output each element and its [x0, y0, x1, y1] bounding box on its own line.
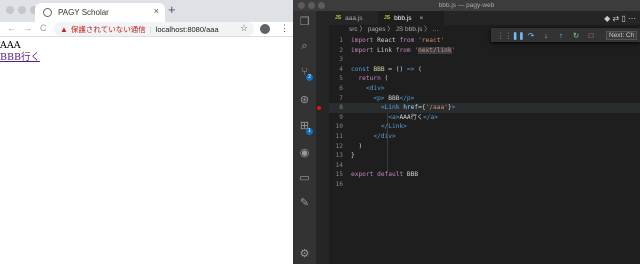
bookmark-star-icon[interactable]: ☆: [240, 23, 248, 34]
reload-button[interactable]: C: [40, 23, 47, 33]
code-line: 4 const BBB = () => (: [339, 65, 422, 73]
vscode-title-bar: bbb.js — pagy-web: [293, 0, 640, 11]
docker-icon[interactable]: ◉: [299, 148, 310, 159]
code-line: 2 import Link from 'next/link': [339, 46, 456, 54]
code-line: 15 export default BBB: [335, 171, 419, 179]
insecure-label[interactable]: 保護されていない通信: [71, 24, 146, 35]
tab-close-icon[interactable]: ×: [154, 6, 159, 16]
browser-tab-title: PAGY Scholar: [58, 8, 109, 17]
tab-aaa-js[interactable]: JS aaa.js: [329, 11, 378, 25]
code-editor[interactable]: 1 import React from 'react' 2 import Link …: [317, 36, 640, 264]
editor-actions[interactable]: ◆ ⇄ ▯ ⋯: [604, 14, 636, 23]
browser-window: PAGY Scholar × + ← → C ▲ 保護されていない通信 | lo…: [0, 0, 293, 264]
browser-tab-bar: PAGY Scholar × +: [0, 0, 293, 22]
vs-minimize-button[interactable]: [308, 2, 315, 9]
code-line: 6 <div>: [339, 84, 385, 92]
bbb-link[interactable]: BBB行く: [0, 52, 40, 63]
code-line: 11 </div>: [335, 132, 396, 140]
editor-tabs: JS aaa.js JS bbb.js ×: [329, 11, 640, 25]
code-line: 10 </Link>: [335, 123, 407, 131]
back-button[interactable]: ←: [7, 23, 16, 33]
explorer-icon[interactable]: ❐: [299, 17, 310, 28]
code-line: 9 <a>AAA行く</a>: [339, 113, 438, 121]
tab-label: bbb.js: [394, 14, 412, 22]
code-line: 12 ): [335, 142, 363, 150]
activity-bar: ❐ ⌕ ⑂ 2 ⊛ ⊞ 1 ◉ ▭ ✎ ⚙: [293, 11, 316, 264]
tab-label: aaa.js: [345, 14, 363, 22]
page-content: AAA BBB行く: [0, 37, 293, 64]
address-bar[interactable]: ▲ 保護されていない通信 | localhost:8080/aaa: [54, 22, 254, 36]
code-line: 7 <p> BBB</p>: [339, 94, 415, 102]
window-minimize-button[interactable]: [18, 6, 26, 14]
globe-icon: [43, 8, 52, 17]
tab-bbb-js[interactable]: JS bbb.js ×: [378, 11, 444, 25]
debug-icon[interactable]: ⊛: [299, 95, 310, 106]
scm-badge: 2: [306, 74, 313, 81]
browser-tab[interactable]: PAGY Scholar ×: [35, 3, 165, 22]
url-text[interactable]: localhost:8080/aaa: [156, 25, 219, 34]
js-file-icon: JS: [335, 15, 342, 21]
browser-toolbar: ← → C ▲ 保護されていない通信 | localhost:8080/aaa …: [0, 22, 293, 37]
vscode-window: bbb.js — pagy-web ❐ ⌕ ⑂ 2 ⊛ ⊞ 1 ◉ ▭ ✎ ⚙ …: [293, 0, 640, 264]
js-file-icon: JS: [384, 15, 391, 21]
code-line: 14: [335, 161, 343, 169]
vs-zoom-button[interactable]: [318, 2, 325, 9]
edit-icon[interactable]: ✎: [299, 198, 310, 209]
extensions-badge: 1: [306, 128, 313, 135]
new-tab-button[interactable]: +: [168, 2, 176, 17]
code-line-breakpoint: 8 <Link href={'/aaa'}>: [317, 103, 640, 113]
code-line: 5 return (: [339, 75, 389, 83]
settings-gear-icon[interactable]: ⚙: [299, 249, 310, 260]
forward-button[interactable]: →: [23, 23, 32, 33]
page-heading: AAA: [0, 40, 21, 51]
vs-window-title: bbb.js — pagy-web: [438, 2, 495, 9]
code-line: 1 import React from 'react': [339, 37, 445, 44]
folder-icon[interactable]: ▭: [299, 173, 310, 184]
tab-close-icon[interactable]: ×: [419, 15, 423, 22]
code-line: 13}: [335, 152, 355, 160]
code-line: 16: [335, 180, 343, 188]
warning-icon: ▲: [60, 24, 68, 34]
search-icon[interactable]: ⌕: [299, 41, 310, 52]
window-close-button[interactable]: [6, 6, 14, 14]
vs-close-button[interactable]: [298, 2, 305, 9]
browser-menu-icon[interactable]: ⋮: [280, 23, 289, 34]
avatar[interactable]: [260, 24, 270, 36]
code-line: 3: [339, 56, 343, 64]
